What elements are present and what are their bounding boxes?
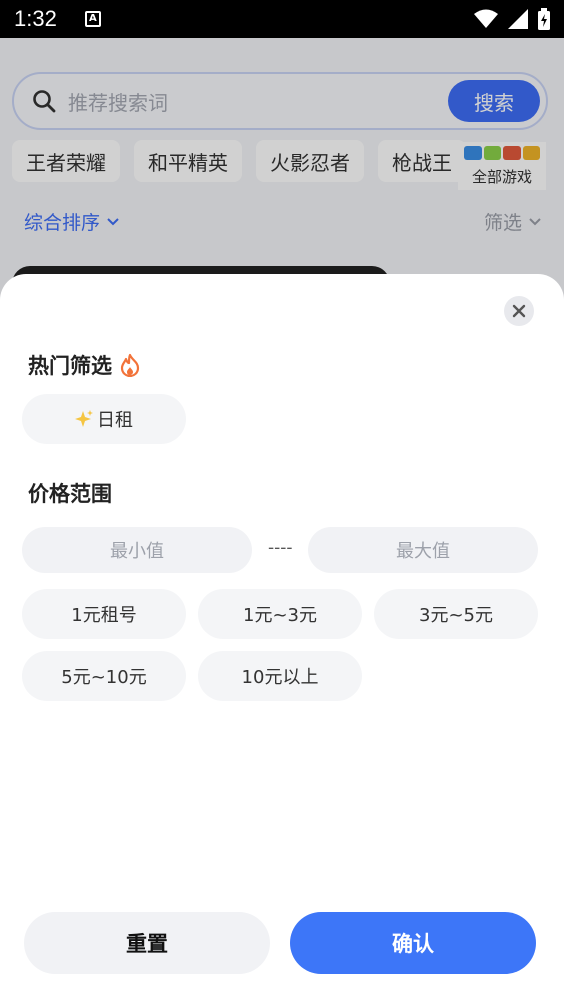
price-option[interactable]: 1元租号: [22, 589, 186, 639]
confirm-button[interactable]: 确认: [290, 912, 536, 974]
battery-icon: [538, 8, 550, 30]
close-icon: [512, 304, 526, 318]
price-range-label: 价格范围: [28, 482, 112, 506]
min-price-input[interactable]: 最小值: [22, 527, 252, 573]
hot-filter-label: 热门筛选: [28, 354, 112, 378]
fire-icon: [120, 353, 140, 377]
wifi-icon: [474, 9, 498, 28]
signal-icon: [508, 9, 528, 29]
notification-icon: A: [84, 11, 101, 27]
status-icons: [474, 8, 550, 30]
filter-sheet: 热门筛选 日租 价格范围 最小值 ---- 最大值 1元租号 1元~3元 3元~…: [0, 274, 564, 1004]
close-button[interactable]: [504, 296, 534, 326]
status-time: 1:32: [14, 6, 57, 31]
hot-option-daily-rent[interactable]: 日租: [22, 394, 186, 444]
status-bar: 1:32 A: [0, 0, 564, 38]
price-range-title: 价格范围: [28, 478, 112, 508]
price-option[interactable]: 1元~3元: [198, 589, 362, 639]
price-option[interactable]: 3元~5元: [374, 589, 538, 639]
price-option[interactable]: 5元~10元: [22, 651, 186, 701]
range-separator: ----: [268, 538, 293, 558]
max-price-input[interactable]: 最大值: [308, 527, 538, 573]
sparkle-icon: [75, 410, 93, 427]
reset-button[interactable]: 重置: [24, 912, 270, 974]
price-option[interactable]: 10元以上: [198, 651, 362, 701]
hot-option-label: 日租: [97, 410, 133, 431]
hot-filter-title: 热门筛选: [28, 350, 140, 380]
